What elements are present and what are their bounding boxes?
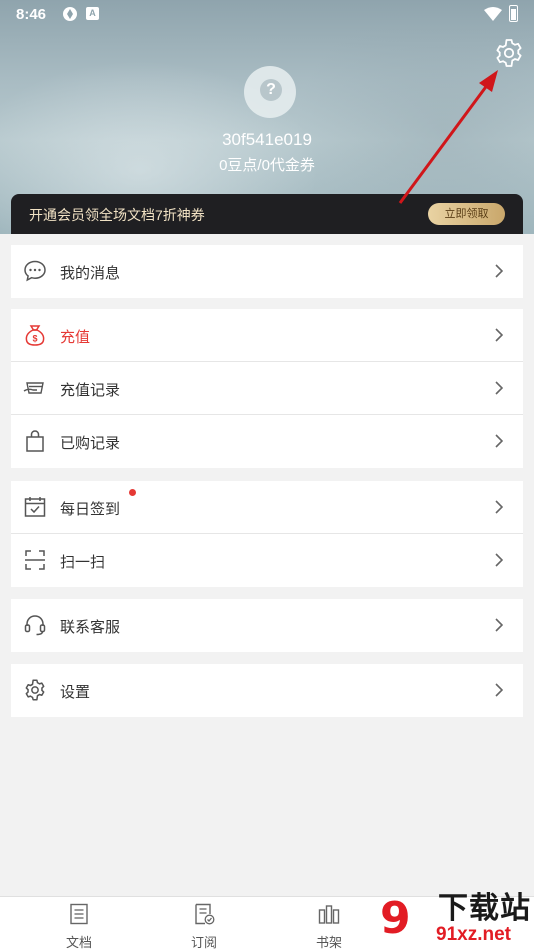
menu-group-daily: 每日签到 扫一扫: [11, 481, 523, 587]
sync-icon: [63, 7, 77, 21]
headset-icon: [24, 615, 46, 636]
menu-item-settings[interactable]: 设置: [11, 664, 523, 717]
menu-group-payments: $ 充值 充值记录 已购记录: [11, 309, 523, 468]
status-bar: 8:46 A: [0, 0, 534, 30]
menu-item-label: 已购记录: [60, 435, 121, 452]
shopping-bag-icon: [26, 430, 44, 452]
nav-tab-subscribe[interactable]: 订阅: [164, 897, 244, 950]
status-time: 8:46: [16, 6, 47, 23]
chevron-right-icon: [495, 381, 503, 395]
menu-item-recharge-record[interactable]: 充值记录: [11, 362, 523, 415]
nav-tab-label: 文档: [65, 935, 92, 950]
menu-item-label: 充值: [60, 329, 91, 346]
money-bag-icon: $: [25, 325, 45, 346]
nav-tab-label: 书架: [315, 935, 342, 950]
nav-tab-bookshelf[interactable]: 书架: [289, 897, 369, 950]
subscribe-icon: [195, 903, 215, 925]
document-icon: [70, 903, 88, 925]
menu-item-scan[interactable]: 扫一扫: [11, 534, 523, 587]
menu-item-messages[interactable]: 我的消息: [11, 245, 523, 298]
watermark-title: 下载站: [438, 892, 531, 925]
gear-icon: [25, 679, 45, 701]
wifi-icon: [484, 7, 502, 21]
menu-item-label: 每日签到: [60, 501, 121, 518]
menu-item-label: 我的消息: [60, 265, 121, 282]
nav-tab-label: 订阅: [190, 935, 217, 950]
nav-tab-documents[interactable]: 文档: [39, 897, 119, 950]
battery-icon: [509, 5, 518, 22]
recharge-record-icon: [23, 382, 44, 394]
settings-gear-icon[interactable]: [493, 37, 525, 69]
menu-item-label: 充值记录: [60, 382, 121, 399]
svg-text:$: $: [32, 334, 37, 344]
username: 30f541e019: [222, 130, 312, 149]
chevron-right-icon: [495, 328, 503, 342]
vip-claim-button[interactable]: 立即领取: [428, 203, 505, 225]
avatar-placeholder-icon: ?: [260, 79, 282, 101]
bookshelf-icon: [318, 905, 340, 924]
chevron-right-icon: [495, 553, 503, 567]
menu-group-settings: 设置: [11, 664, 523, 717]
menu-item-recharge[interactable]: $ 充值: [11, 309, 523, 362]
watermark-logo-mark: 9: [380, 893, 411, 944]
menu-item-daily-checkin[interactable]: 每日签到: [11, 481, 523, 534]
chevron-right-icon: [495, 618, 503, 632]
notification-badge-icon: A: [86, 7, 99, 20]
menu-item-purchase-record[interactable]: 已购记录: [11, 415, 523, 468]
avatar[interactable]: ?: [244, 66, 296, 118]
message-icon: [24, 260, 46, 282]
chevron-right-icon: [495, 683, 503, 697]
watermark-url: 91xz.net: [436, 924, 511, 945]
menu-item-customer-service[interactable]: 联系客服: [11, 599, 523, 652]
menu-item-label: 设置: [60, 684, 91, 701]
chevron-right-icon: [495, 434, 503, 448]
calendar-check-icon: [24, 497, 46, 517]
chevron-right-icon: [495, 500, 503, 514]
menu-item-label: 联系客服: [60, 619, 121, 636]
watermark-logo: 9 下载站 91xz.net: [372, 890, 534, 950]
scan-icon: [25, 550, 45, 570]
chevron-right-icon: [495, 264, 503, 278]
points-balance: 0豆点/0代金券: [219, 157, 315, 174]
menu-item-label: 扫一扫: [60, 554, 106, 571]
vip-banner[interactable]: 开通会员领全场文档7折神券 立即领取: [11, 194, 523, 234]
notification-dot: [129, 489, 136, 496]
vip-banner-text: 开通会员领全场文档7折神券: [29, 207, 205, 223]
menu-group-support: 联系客服: [11, 599, 523, 652]
menu-group-messages: 我的消息: [11, 245, 523, 298]
